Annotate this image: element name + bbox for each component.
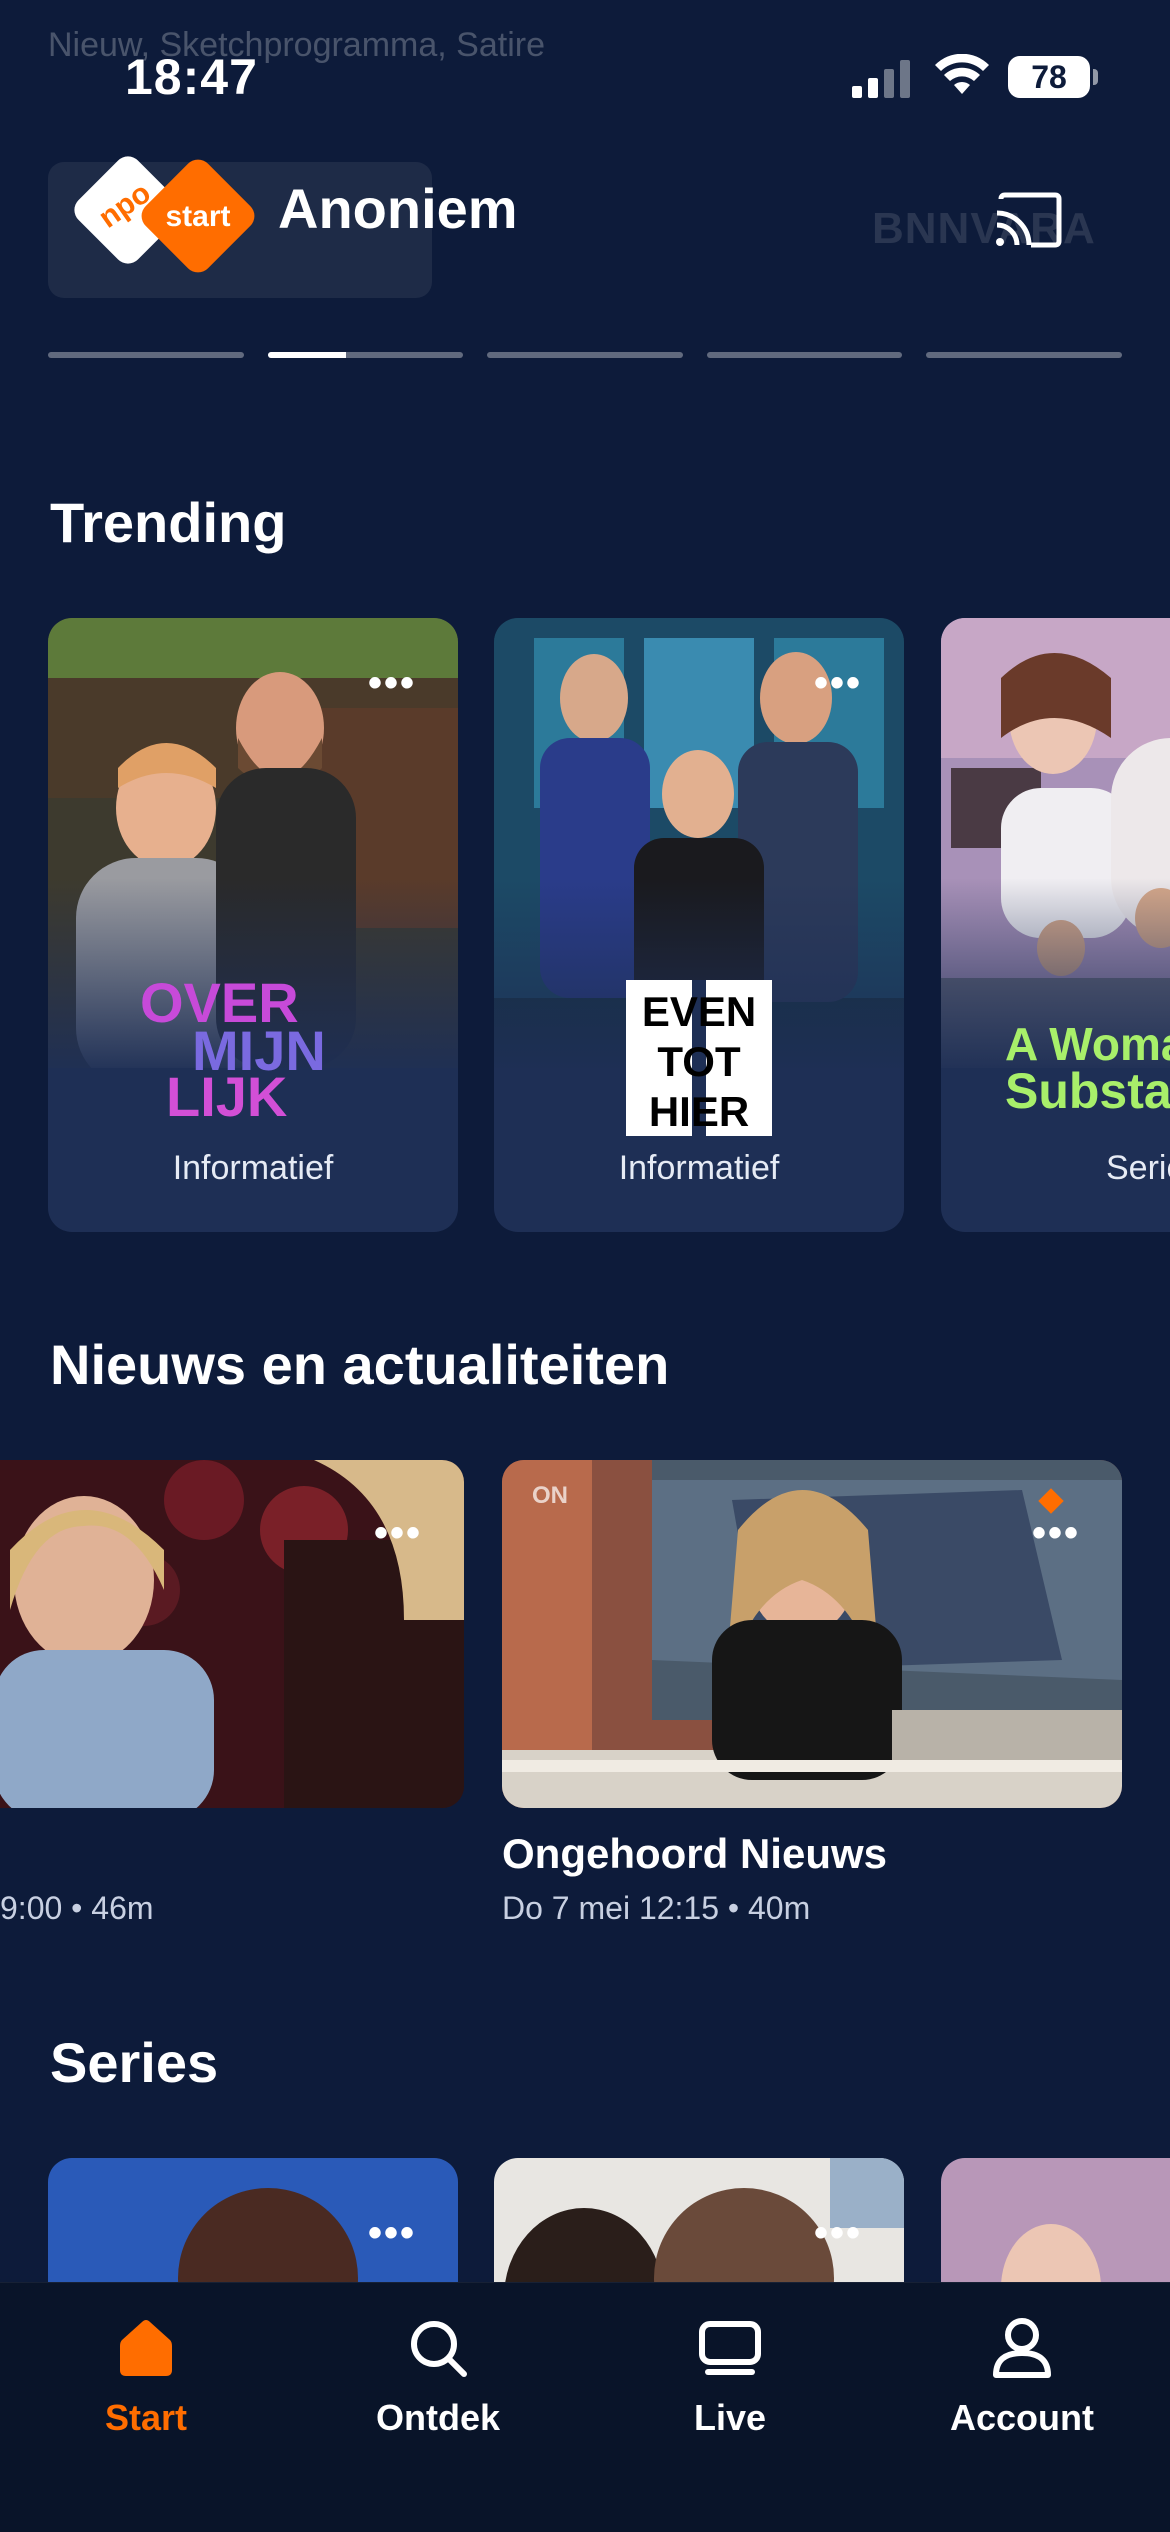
series-card[interactable]: ••• [494, 2158, 904, 2282]
program-logo: OVER MIJN LIJK [140, 978, 326, 1118]
genre-label: Informatief [172, 1149, 334, 1187]
program-logo: EVEN TOT HIER [626, 980, 772, 1136]
cast-icon [996, 192, 1062, 248]
section-title-news: Nieuws en actualiteiten [50, 1333, 670, 1396]
logo-line: EVEN [642, 988, 756, 1035]
status-time: 18:47 [125, 49, 258, 105]
series-card[interactable]: ••• [48, 2158, 458, 2282]
section-title-trending: Trending [50, 491, 287, 554]
hero-pager [48, 352, 1122, 358]
nav-item-ontdek[interactable]: Ontdek [308, 2313, 568, 2473]
news-title: Ongehoord Nieuws [502, 1830, 888, 1877]
genre-label: Series [1106, 1149, 1170, 1187]
wifi-icon [935, 54, 989, 94]
logo-line: HIER [649, 1088, 749, 1135]
tv-icon [699, 2321, 761, 2375]
more-options-icon[interactable]: ••• [1032, 1513, 1080, 1553]
nav-label: Start [104, 2397, 188, 2438]
nav-label: Account [950, 2397, 1094, 2438]
profile-name[interactable]: Anoniem [278, 176, 518, 241]
npo-start-logo[interactable]: npo start [70, 152, 260, 282]
trending-row[interactable]: ••• OVER MIJN LIJK Informatief ••• EVEN … [0, 618, 1170, 1234]
nav-label: Live [693, 2397, 767, 2438]
channel-tag: ON [532, 1482, 568, 1509]
news-meta: Do 7 mei 12:15 • 40m [502, 1890, 811, 1926]
series-card[interactable] [941, 2158, 1170, 2282]
bottom-navigation: Start Ontdek Live Account [0, 2282, 1170, 2532]
logo-line: Substance [1005, 1063, 1170, 1119]
nav-label: Ontdek [375, 2397, 500, 2438]
home-icon [120, 2320, 172, 2376]
logo-line: LIJK [166, 1065, 287, 1118]
battery-indicator: 78 [1008, 56, 1098, 98]
program-logo: A Woman of Substance [1005, 1018, 1170, 1119]
trending-card[interactable]: A Woman of Substance Series [941, 618, 1170, 1232]
news-row[interactable]: ••• ON ••• 9:00 • 46m Ongehoord Nieuws D… [0, 1460, 1170, 1940]
thumbnail-image [941, 2158, 1170, 2282]
more-options-icon[interactable]: ••• [368, 663, 416, 703]
pager-segment [926, 352, 1122, 358]
nav-item-start[interactable]: Start [16, 2313, 276, 2473]
thumbnail-image [502, 1460, 1122, 1808]
news-card[interactable]: ••• [0, 1460, 464, 1808]
pager-segment [487, 352, 683, 358]
pager-segment [48, 352, 244, 358]
cellular-signal-icon [852, 60, 910, 98]
section-title-series: Series [50, 2031, 219, 2094]
pager-segment [706, 352, 903, 358]
more-options-icon[interactable]: ••• [814, 2213, 862, 2253]
svg-text:start: start [165, 200, 230, 233]
nav-item-account[interactable]: Account [892, 2313, 1152, 2473]
more-options-icon[interactable]: ••• [814, 663, 862, 703]
series-row[interactable]: ••• ••• [0, 2158, 1170, 2282]
trending-card[interactable]: ••• EVEN TOT HIER Informatief [494, 618, 904, 1232]
status-bar: 18:47 78 [0, 0, 1170, 150]
logo-line: TOT [657, 1038, 741, 1085]
app-header: npo start Anoniem BNNVARA [0, 150, 1170, 370]
trending-card[interactable]: ••• OVER MIJN LIJK Informatief [48, 618, 458, 1232]
pager-segment-active [267, 352, 464, 358]
more-options-icon[interactable]: ••• [374, 1513, 422, 1553]
nav-item-live[interactable]: Live [600, 2313, 860, 2473]
search-icon [411, 2321, 467, 2377]
more-options-icon[interactable]: ••• [368, 2213, 416, 2253]
cast-button[interactable] [990, 186, 1066, 254]
user-icon [993, 2318, 1051, 2378]
genre-label: Informatief [618, 1149, 780, 1187]
news-meta: 9:00 • 46m [0, 1890, 154, 1926]
news-card[interactable]: ON ••• [502, 1460, 1122, 1808]
